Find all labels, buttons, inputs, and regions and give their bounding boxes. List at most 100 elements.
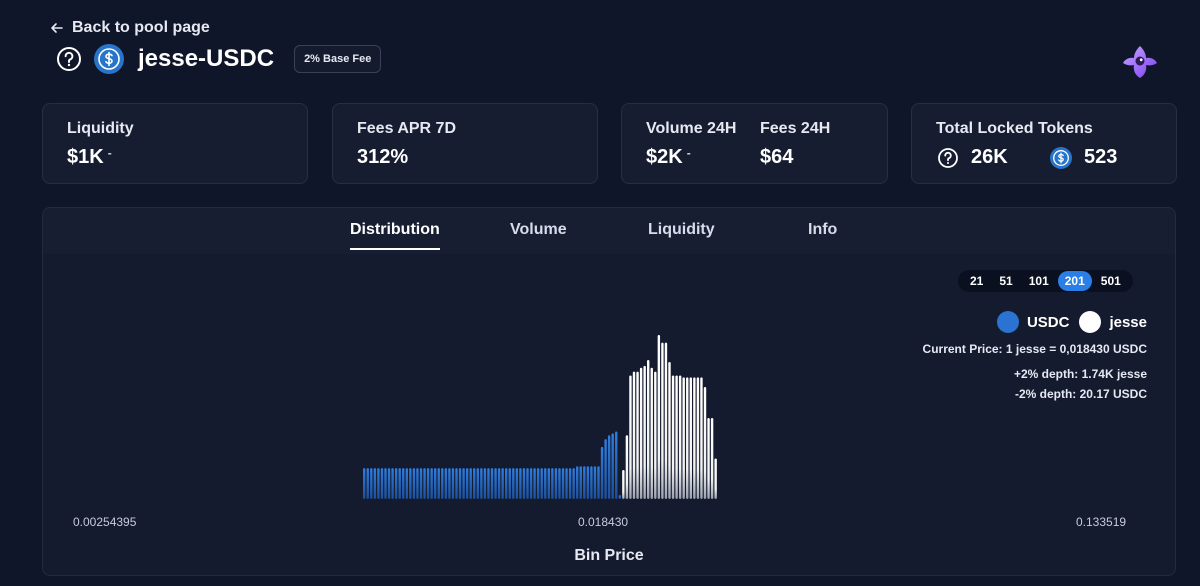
bar-usdc-40[interactable] [505,468,508,499]
bar-jesse-15[interactable] [675,375,678,499]
bar-usdc-71[interactable] [615,431,618,499]
bar-jesse-2[interactable] [629,375,632,499]
bar-usdc-43[interactable] [515,468,519,499]
bar-jesse-14[interactable] [671,375,675,499]
bar-jesse-26[interactable] [714,458,717,499]
bar-usdc-48[interactable] [533,468,536,499]
bar-usdc-61[interactable] [579,466,582,499]
bar-usdc-21[interactable] [437,468,440,499]
bar-usdc-51[interactable] [544,468,547,499]
bar-jesse-24[interactable] [707,417,710,499]
bar-usdc-64[interactable] [590,466,593,499]
bar-usdc-41[interactable] [508,468,511,499]
bar-jesse-13[interactable] [668,361,671,499]
bar-jesse-1[interactable] [625,435,629,499]
bar-usdc-44[interactable] [519,468,522,499]
bar-usdc-63[interactable] [586,466,590,499]
bar-usdc-25[interactable] [451,468,455,499]
bar-usdc-59[interactable] [572,468,575,499]
bar-usdc-46[interactable] [526,468,529,499]
bar-jesse-10[interactable] [657,334,661,499]
bar-usdc-70[interactable] [611,433,614,499]
bar-usdc-19[interactable] [430,468,433,499]
bar-usdc-50[interactable] [540,468,543,499]
bar-usdc-5[interactable] [380,468,384,499]
bar-usdc-27[interactable] [458,468,462,499]
app-logo-icon[interactable] [1121,44,1159,80]
bar-jesse-9[interactable] [654,371,657,499]
bar-jesse-20[interactable] [693,377,696,499]
bar-usdc-4[interactable] [377,468,380,499]
bar-usdc-13[interactable] [409,468,412,499]
bar-jesse-11[interactable] [661,342,664,499]
bar-usdc-10[interactable] [398,468,401,499]
bar-usdc-58[interactable] [568,468,572,499]
bar-jesse-17[interactable] [682,377,685,499]
bar-usdc-23[interactable] [444,468,448,499]
bar-jesse-8[interactable] [650,367,653,499]
bar-jesse-25[interactable] [710,417,714,499]
bar-usdc-6[interactable] [384,468,387,499]
bar-usdc-30[interactable] [469,468,472,499]
bar-usdc-47[interactable] [529,468,533,499]
bar-usdc-28[interactable] [462,468,465,499]
bar-usdc-65[interactable] [593,466,597,499]
bar-jesse-21[interactable] [696,377,700,499]
back-to-pool-link[interactable]: Back to pool page [50,19,210,37]
bar-usdc-7[interactable] [387,468,391,499]
bar-usdc-39[interactable] [501,468,504,499]
bar-usdc-68[interactable] [604,439,607,499]
bar-usdc-72[interactable] [618,495,621,499]
bar-jesse-5[interactable] [639,367,643,499]
bar-usdc-52[interactable] [547,468,550,499]
bar-usdc-11[interactable] [402,468,405,499]
bar-usdc-20[interactable] [434,468,437,499]
bar-usdc-37[interactable] [494,468,497,499]
bar-usdc-0[interactable] [363,468,366,499]
bar-usdc-38[interactable] [497,468,501,499]
bar-usdc-32[interactable] [476,468,479,499]
bar-usdc-60[interactable] [576,466,579,499]
bar-jesse-22[interactable] [700,377,703,499]
bar-usdc-53[interactable] [551,468,554,499]
bar-usdc-31[interactable] [473,468,476,499]
bar-jesse-16[interactable] [678,375,682,499]
bar-usdc-57[interactable] [565,468,568,499]
bar-jesse-4[interactable] [636,371,639,499]
bar-usdc-3[interactable] [373,468,377,499]
bar-usdc-55[interactable] [558,468,561,499]
bar-usdc-36[interactable] [490,468,494,499]
bar-usdc-26[interactable] [455,468,458,499]
bar-usdc-1[interactable] [366,468,369,499]
bar-jesse-0[interactable] [622,470,625,499]
bar-usdc-56[interactable] [561,468,565,499]
bar-usdc-18[interactable] [426,468,430,499]
bar-usdc-2[interactable] [370,468,373,499]
bar-usdc-8[interactable] [391,468,394,499]
bar-usdc-33[interactable] [480,468,483,499]
bar-usdc-12[interactable] [405,468,408,499]
bar-jesse-6[interactable] [643,365,646,499]
bar-usdc-35[interactable] [487,468,490,499]
bar-usdc-69[interactable] [607,435,611,499]
bar-usdc-14[interactable] [412,468,416,499]
bar-usdc-49[interactable] [536,468,540,499]
bar-usdc-17[interactable] [423,468,426,499]
bar-jesse-23[interactable] [703,387,707,499]
bar-usdc-34[interactable] [483,468,487,499]
bar-usdc-16[interactable] [419,468,423,499]
bar-jesse-7[interactable] [647,360,650,499]
bar-usdc-66[interactable] [597,466,600,499]
bar-usdc-45[interactable] [522,468,526,499]
bar-jesse-3[interactable] [632,371,636,499]
bar-usdc-22[interactable] [441,468,444,499]
bar-usdc-62[interactable] [583,466,586,499]
bar-usdc-29[interactable] [465,468,469,499]
bar-usdc-67[interactable] [600,446,604,499]
bar-usdc-24[interactable] [448,468,451,499]
bar-usdc-9[interactable] [394,468,398,499]
bar-usdc-15[interactable] [416,468,419,499]
bar-jesse-18[interactable] [686,377,689,499]
bar-usdc-42[interactable] [512,468,515,499]
bar-usdc-54[interactable] [554,468,558,499]
